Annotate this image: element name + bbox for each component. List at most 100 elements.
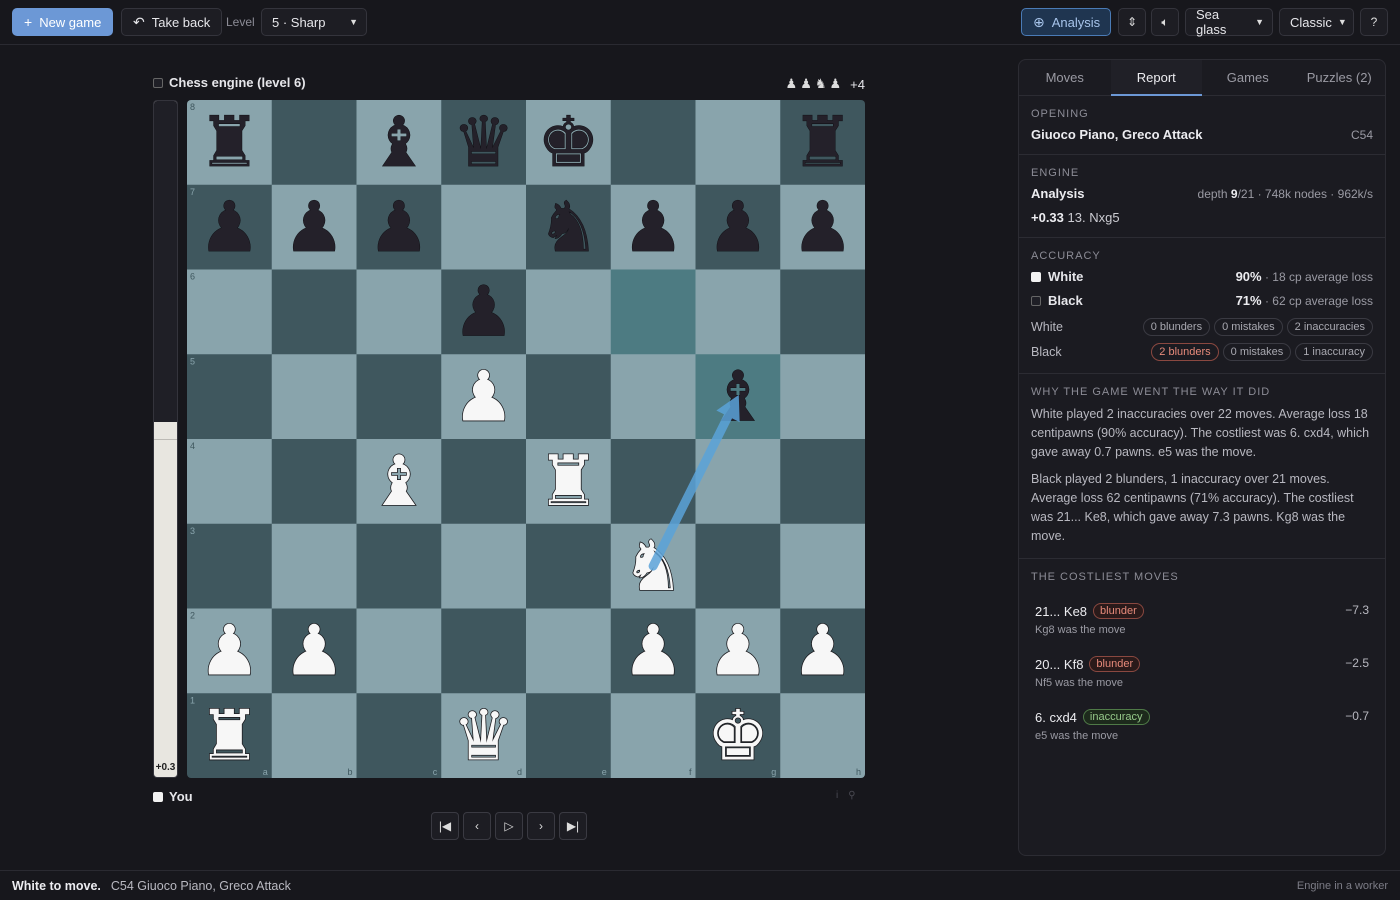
square-e1[interactable] — [526, 693, 612, 778]
first-move-button[interactable]: |◀ — [431, 812, 459, 840]
white-pawn-icon[interactable]: ♟ — [706, 610, 770, 693]
square-c5[interactable] — [356, 354, 442, 440]
rank-label: 1 — [190, 695, 195, 705]
white-pawn-icon[interactable]: ♟ — [452, 356, 516, 439]
black-blunders-pill: 2 blunders — [1151, 343, 1219, 361]
analysis-button[interactable]: ⊕ Analysis — [1021, 8, 1111, 36]
white-pawn-icon[interactable]: ♟ — [197, 610, 261, 693]
black-pawn-icon[interactable]: ♟ — [198, 186, 261, 268]
square-b4[interactable] — [271, 439, 357, 525]
square-d7[interactable] — [441, 184, 527, 270]
black-knight-icon[interactable]: ♞ — [537, 186, 600, 268]
black-rook-icon[interactable]: ♜ — [791, 102, 854, 184]
chevron-down-icon: ▼ — [1337, 17, 1347, 27]
tab-moves[interactable]: Moves — [1019, 60, 1111, 95]
level-value: 5 · Sharp — [272, 14, 326, 30]
captured-pawn-icon: ♟ — [785, 76, 798, 91]
black-bishop-icon[interactable]: ♝ — [367, 102, 430, 184]
tab-report[interactable]: Report — [1110, 60, 1202, 96]
square-g6[interactable] — [695, 269, 781, 355]
white-pawn-icon[interactable]: ♟ — [791, 610, 855, 693]
square-b5[interactable] — [271, 354, 357, 440]
white-pawn-icon[interactable]: ♟ — [282, 610, 346, 693]
black-pawn-icon[interactable]: ♟ — [367, 186, 430, 268]
square-f5[interactable] — [610, 354, 696, 440]
square-h5[interactable] — [780, 354, 865, 440]
black-pawn-icon[interactable]: ♟ — [791, 186, 854, 268]
white-rook-icon[interactable]: ♜ — [536, 440, 600, 523]
black-pawn-icon[interactable]: ♟ — [706, 186, 769, 268]
black-pawn-icon[interactable]: ♟ — [622, 186, 685, 268]
square-e3[interactable] — [526, 523, 612, 609]
status-opening: C54 Giuoco Piano, Greco Attack — [110, 878, 291, 893]
square-h1[interactable] — [780, 693, 865, 778]
opponent-name: Chess engine (level 6) — [169, 75, 306, 90]
theme-select[interactable]: Sea glass ▼ — [1185, 7, 1273, 37]
sound-button[interactable]: 🔈︎ — [1151, 8, 1179, 36]
square-f1[interactable] — [610, 693, 696, 778]
square-a5[interactable] — [187, 354, 273, 440]
square-h4[interactable] — [780, 439, 865, 525]
play-button[interactable]: ▷ — [495, 812, 523, 840]
opening-eco: C54 — [1350, 127, 1373, 142]
black-king-icon[interactable]: ♚ — [537, 102, 600, 184]
costly-move-item[interactable]: 6. cxd4 inaccuracy e5 was the move −0.7 — [1031, 705, 1373, 746]
tab-games[interactable]: Games — [1202, 60, 1294, 95]
take-back-button[interactable]: ↶ Take back — [121, 8, 223, 36]
chess-board-svg[interactable]: 87654321abcdefgh♜♝♛♚♜♟♟♟♞♟♟♟♟♟♝♝♜♞♟♟♟♟♟♜… — [187, 100, 865, 778]
square-g3[interactable] — [695, 523, 781, 609]
square-g8[interactable] — [695, 100, 781, 186]
square-d3[interactable] — [441, 523, 527, 609]
prev-move-button[interactable]: ‹ — [463, 812, 491, 840]
square-d2[interactable] — [441, 608, 527, 694]
black-pawn-icon[interactable]: ♟ — [283, 186, 346, 268]
white-pawn-icon[interactable]: ♟ — [621, 610, 685, 693]
square-c2[interactable] — [356, 608, 442, 694]
white-accuracy-value: 90% · 18 cp average loss — [1236, 269, 1373, 284]
last-move-button[interactable]: ▶| — [559, 812, 587, 840]
square-h6[interactable] — [780, 269, 865, 355]
black-queen-icon[interactable]: ♛ — [452, 102, 515, 184]
square-h3[interactable] — [780, 523, 865, 609]
white-queen-icon[interactable]: ♛ — [452, 695, 516, 778]
square-a6[interactable] — [187, 269, 273, 355]
level-select[interactable]: 5 · Sharp ▼ — [261, 8, 367, 36]
square-c1[interactable] — [356, 693, 442, 778]
black-inaccuracies-pill: 1 inaccuracy — [1295, 343, 1373, 361]
square-f6[interactable] — [610, 269, 696, 355]
square-b6[interactable] — [271, 269, 357, 355]
square-d4[interactable] — [441, 439, 527, 525]
tab-puzzles[interactable]: Puzzles (2) — [1294, 60, 1386, 95]
level-label: Level — [226, 15, 255, 29]
square-c6[interactable] — [356, 269, 442, 355]
square-e2[interactable] — [526, 608, 612, 694]
square-a4[interactable] — [187, 439, 273, 525]
next-move-button[interactable]: › — [527, 812, 555, 840]
chess-board[interactable]: 87654321abcdefgh♜♝♛♚♜♟♟♟♞♟♟♟♟♟♝♝♜♞♟♟♟♟♟♜… — [187, 100, 865, 778]
black-rook-icon[interactable]: ♜ — [198, 102, 261, 184]
plus-icon: + — [24, 14, 33, 30]
new-game-button[interactable]: + New game — [12, 8, 114, 36]
square-e6[interactable] — [526, 269, 612, 355]
black-pawn-icon[interactable]: ♟ — [452, 271, 515, 353]
captured-knight-icon: ♞ — [814, 76, 827, 91]
help-button[interactable]: ? — [1360, 8, 1388, 36]
square-a3[interactable] — [187, 523, 273, 609]
piece-set-select[interactable]: Classic ▼ — [1279, 8, 1354, 36]
white-rook-icon[interactable]: ♜ — [197, 695, 261, 778]
square-b1[interactable] — [271, 693, 357, 778]
white-bishop-icon[interactable]: ♝ — [367, 440, 431, 523]
square-b8[interactable] — [271, 100, 357, 186]
costly-move-item[interactable]: 21... Ke8 blunder Kg8 was the move −7.3 — [1031, 599, 1373, 640]
square-f8[interactable] — [610, 100, 696, 186]
captured-pawn-icon: ♟ — [800, 76, 812, 91]
black-accuracy-value: 71% · 62 cp average loss — [1236, 293, 1373, 308]
costly-move-item[interactable]: 20... Kf8 blunder Nf5 was the move −2.5 — [1031, 652, 1373, 693]
white-king-icon[interactable]: ♚ — [706, 695, 770, 778]
flip-board-button[interactable]: ⇕ — [1118, 8, 1146, 36]
why-section: Why the game went the way it did White p… — [1019, 374, 1385, 559]
square-e5[interactable] — [526, 354, 612, 440]
square-c3[interactable] — [356, 523, 442, 609]
square-b3[interactable] — [271, 523, 357, 609]
black-accuracy-label: Black — [1048, 293, 1083, 308]
